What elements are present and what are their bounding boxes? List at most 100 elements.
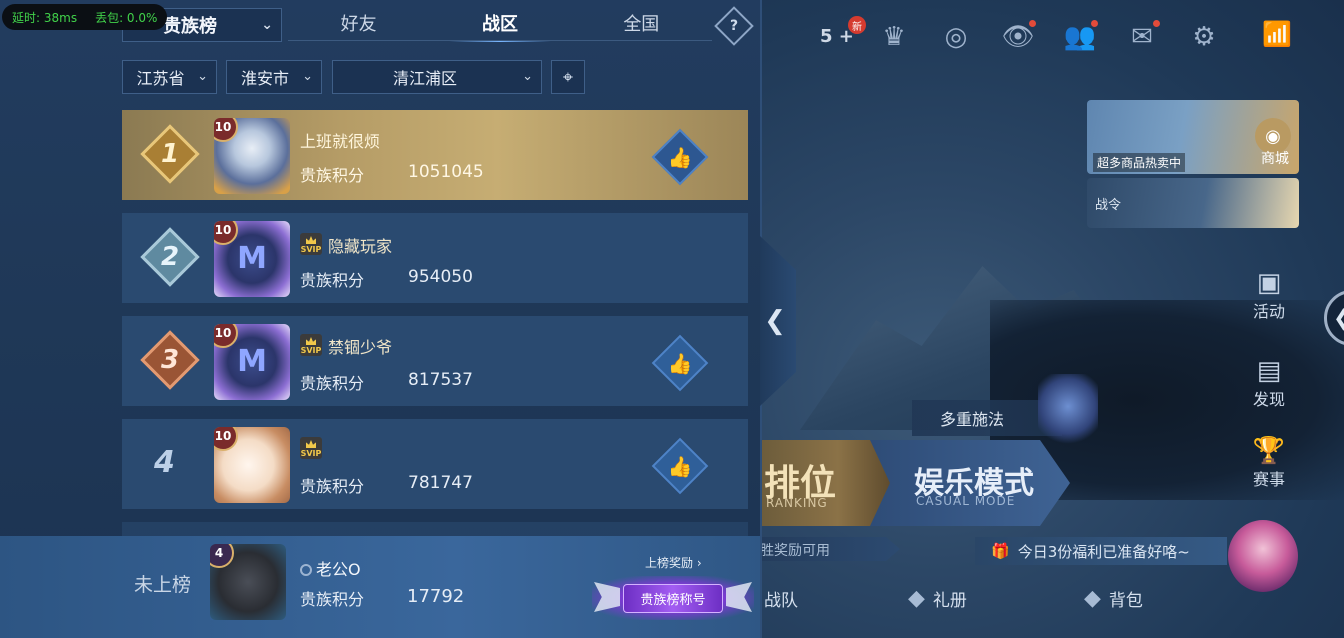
svip-badge: SVIP	[300, 233, 322, 255]
hero-portrait	[1038, 374, 1098, 446]
nav-team[interactable]: 战队	[764, 586, 798, 611]
nav-backpack[interactable]: ◆ 背包	[1084, 586, 1143, 611]
reward-link[interactable]: 上榜奖励 ›	[645, 554, 702, 571]
tab-region[interactable]: 战区	[429, 8, 570, 42]
like-button[interactable]: 👍	[651, 437, 709, 495]
level-badge: 4	[210, 544, 234, 568]
my-rank-status: 未上榜	[134, 574, 192, 596]
ranked-mode-button[interactable]: 排位 RANKING	[760, 440, 890, 526]
discover-label: 发现	[1252, 390, 1285, 409]
svip-badge: SVIP	[300, 334, 322, 356]
notify-dot	[1091, 20, 1098, 27]
score-label: 贵族积分	[300, 374, 365, 393]
leaderboard-panel: 延时: 38ms 丢包: 0.0% 贵族榜 ⌄ 好友 战区 全国 ? 江苏省 ⌄…	[0, 0, 762, 638]
ranked-subtitle: RANKING	[766, 496, 828, 510]
city-select[interactable]: 淮安市 ⌄	[226, 60, 322, 94]
nav-gift-book[interactable]: ◆ 礼册	[908, 586, 967, 611]
wing-left-icon	[594, 582, 620, 612]
rank-row-5-partial	[122, 522, 748, 536]
chevron-down-icon: ⌄	[302, 69, 313, 84]
target-icon[interactable]: ◎	[936, 18, 976, 56]
rank-number: 2	[160, 242, 180, 272]
my-name: 老公O	[300, 556, 361, 580]
chevron-down-icon: ⌄	[522, 69, 533, 84]
district-value: 清江浦区	[392, 69, 457, 88]
help-glyph: ?	[729, 18, 739, 34]
wifi-icon: 📶	[1262, 20, 1292, 48]
thumbs-up-icon: 👍	[667, 454, 693, 478]
chevron-left-icon: ❮	[764, 306, 786, 336]
tab-nationwide[interactable]: 全国	[571, 8, 712, 42]
rank-row-1[interactable]: 1 10 上班就很烦 贵族积分 1051045 👍	[122, 110, 748, 200]
hidden-player-emblem: M	[237, 241, 267, 276]
score-value: 781747	[408, 473, 473, 493]
title-badge[interactable]: 贵族榜称号	[592, 576, 754, 620]
my-avatar[interactable]: 4	[210, 544, 286, 620]
rank-row-2[interactable]: 2 10 M SVIP 隐藏玩家 贵族积分 954050	[122, 213, 748, 303]
battlepass-label: 战令	[1095, 198, 1122, 213]
battlepass-card[interactable]: 战令	[1087, 178, 1299, 228]
tabs-divider	[288, 40, 712, 41]
nav-gift-book-label: 礼册	[932, 591, 967, 611]
rank-row-4[interactable]: 4 10 SVIP 贵族积分 781747 👍	[122, 419, 748, 509]
thumbs-up-icon: 👍	[667, 351, 693, 375]
shop-card[interactable]: 超多商品热卖中 ◉ 商城	[1087, 100, 1299, 174]
nav-backpack-label: 背包	[1108, 591, 1143, 611]
activity-button[interactable]: ▣ 活动	[1246, 268, 1292, 322]
shop-caption: 超多商品热卖中	[1093, 153, 1186, 172]
events-button[interactable]: 🏆 赛事	[1246, 436, 1292, 490]
win-reward-bar: 胜奖励可用	[760, 537, 900, 561]
friends-icon[interactable]: 👥	[1060, 18, 1100, 56]
rank-number: 3	[160, 345, 180, 375]
city-value: 淮安市	[240, 69, 289, 88]
gift-box-icon: ▣	[1256, 268, 1282, 298]
title-badge-label: 贵族榜称号	[623, 583, 723, 613]
avatar[interactable]: 10	[214, 118, 290, 194]
my-score-label: 贵族积分	[300, 590, 365, 609]
player-name[interactable]: 隐藏玩家	[328, 233, 392, 257]
avatar[interactable]: 10 M	[214, 221, 290, 297]
like-button[interactable]: 👍	[651, 128, 709, 186]
casual-mode-button[interactable]: 娱乐模式 CASUAL MODE	[870, 440, 1070, 526]
score-label: 贵族积分	[300, 166, 365, 185]
gift-notice[interactable]: 🎁 今日3份福利已准备好咯~	[975, 537, 1227, 565]
mail-icon[interactable]: ✉	[1122, 18, 1162, 56]
settings-gear-icon[interactable]: ⚙	[1184, 18, 1224, 56]
eye-icon[interactable]: 👁	[998, 18, 1038, 56]
discover-button[interactable]: ▤ 发现	[1246, 356, 1292, 410]
events-label: 赛事	[1252, 470, 1285, 489]
tab-friends[interactable]: 好友	[288, 8, 429, 42]
chevron-down-icon: ⌄	[261, 17, 273, 33]
level-badge: 10	[214, 118, 238, 142]
new-badge: 新	[848, 16, 866, 34]
svip-badge: SVIP	[300, 437, 322, 459]
bottom-nav: 战队 ◆ 礼册 ◆ 背包	[760, 580, 1344, 638]
score-value: 817537	[408, 370, 473, 390]
thumbs-up-icon: 👍	[667, 145, 693, 169]
my-name-text: 老公O	[316, 560, 361, 579]
score-label: 贵族积分	[300, 271, 365, 290]
district-select[interactable]: 清江浦区 ⌄	[332, 60, 542, 94]
player-name[interactable]: 上班就很烦	[300, 128, 380, 152]
rank-badge-silver: 2	[140, 227, 200, 287]
ring-icon	[300, 564, 312, 576]
notify-dot	[1029, 20, 1036, 27]
rank-row-3[interactable]: 3 10 M SVIP 禁锢少爷 贵族积分 817537 👍	[122, 316, 748, 406]
province-value: 江苏省	[136, 69, 185, 88]
backpack-icon: ◆	[1084, 586, 1101, 611]
casual-subtitle: CASUAL MODE	[916, 494, 1016, 508]
help-icon[interactable]: ?	[714, 6, 754, 46]
like-button[interactable]: 👍	[651, 334, 709, 392]
avatar[interactable]: 10 M	[214, 324, 290, 400]
location-pin-icon[interactable]: ⌖	[551, 60, 585, 94]
hidden-player-emblem: M	[237, 344, 267, 379]
avatar[interactable]: 10	[214, 427, 290, 503]
province-select[interactable]: 江苏省 ⌄	[122, 60, 217, 94]
wing-right-icon	[726, 582, 752, 612]
packet-loss-text: 丢包: 0.0%	[95, 10, 158, 25]
player-name[interactable]: 禁锢少爷	[328, 334, 392, 358]
notify-dot	[1153, 20, 1160, 27]
latency-text: 延时: 38ms	[12, 10, 78, 25]
crown-icon[interactable]: ♛	[874, 18, 914, 56]
leaderboard-type-value: 贵族榜	[163, 16, 217, 37]
